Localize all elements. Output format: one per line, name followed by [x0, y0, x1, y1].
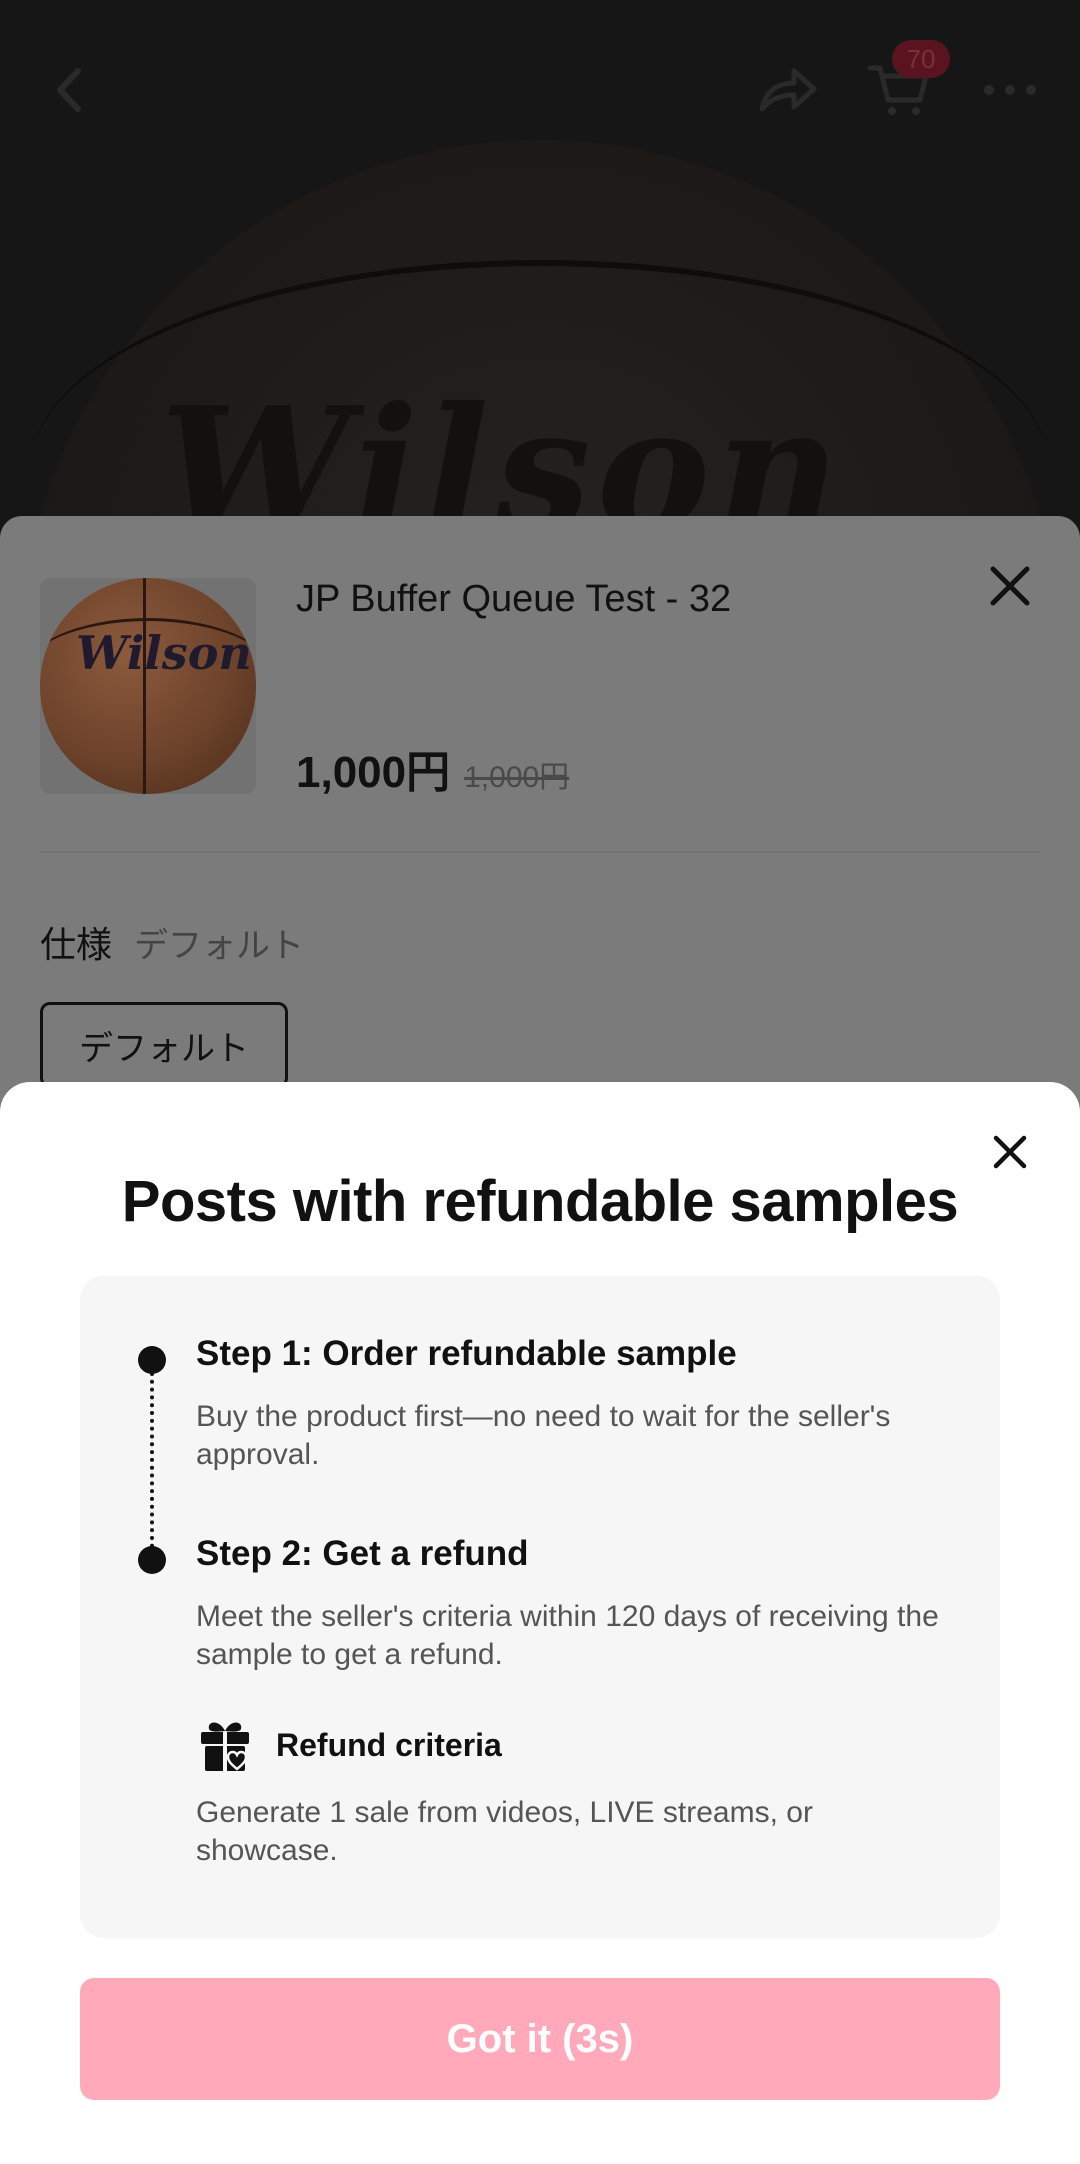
- step-1-description: Buy the product first—no need to wait fo…: [196, 1400, 891, 1471]
- spec-row: 仕様 デフォルト: [40, 916, 304, 968]
- share-icon[interactable]: [748, 50, 828, 130]
- thumbnail-brand-logo: Wilson: [76, 626, 252, 680]
- step-2-dot: [138, 1546, 166, 1574]
- more-options-icon[interactable]: [970, 50, 1050, 130]
- spec-label: 仕様: [40, 924, 113, 965]
- product-title: JP Buffer Queue Test - 32: [296, 578, 732, 620]
- cart-count-badge: 70: [892, 40, 950, 78]
- basketball-image: Wilson: [40, 578, 256, 794]
- divider: [40, 851, 1040, 853]
- step-1-title: Step 1: Order refundable sample: [196, 1334, 737, 1373]
- refundable-samples-modal: Posts with refundable samples Step 1: Or…: [0, 1082, 1080, 2164]
- modal-title: Posts with refundable samples: [121, 1169, 959, 1234]
- close-icon[interactable]: [980, 556, 1040, 616]
- original-price: 1,000円: [464, 761, 570, 794]
- refund-criteria-row: Refund criteria: [196, 1716, 502, 1774]
- product-thumbnail: Wilson: [40, 578, 256, 794]
- back-icon[interactable]: [30, 50, 110, 130]
- price-row: 1,000円 1,000円: [296, 736, 569, 800]
- criteria-title: Refund criteria: [276, 1726, 502, 1763]
- got-it-button[interactable]: Got it (3s): [80, 1978, 1000, 2100]
- steps-card: Step 1: Order refundable sample Buy the …: [80, 1276, 1000, 1938]
- spec-option-chip[interactable]: デフォルト: [40, 1002, 288, 1088]
- step-2-title: Step 2: Get a refund: [196, 1534, 529, 1573]
- step-2-description: Meet the seller's criteria within 120 da…: [196, 1600, 939, 1671]
- top-nav-bar: 70: [0, 40, 1080, 130]
- step-connector-line: [150, 1372, 154, 1548]
- criteria-description: Generate 1 sale from videos, LIVE stream…: [196, 1796, 813, 1867]
- gift-icon: [196, 1716, 254, 1774]
- current-price: 1,000円: [296, 748, 451, 797]
- step-1-dot: [138, 1346, 166, 1374]
- spec-selected-value: デフォルト: [134, 927, 305, 965]
